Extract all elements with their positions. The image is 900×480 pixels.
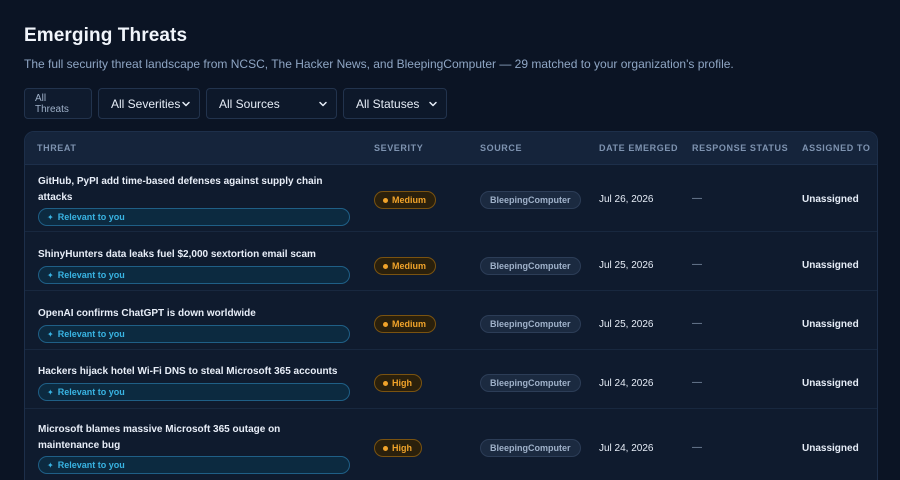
response-status: —: [692, 442, 702, 453]
severity-dot-icon: [383, 197, 388, 203]
severity-select[interactable]: All Severities: [98, 88, 200, 119]
severity-label: High: [392, 378, 412, 388]
threat-title[interactable]: Hackers hijack hotel Wi-Fi DNS to steal …: [38, 364, 338, 380]
severity-badge: Medium: [374, 257, 437, 275]
relevant-badge: ✦ Relevant to you: [38, 208, 350, 226]
table-row[interactable]: OpenAI confirms ChatGPT is down worldwid…: [25, 291, 877, 350]
severity-label: Medium: [392, 261, 427, 271]
all-threats-filter[interactable]: All Threats: [24, 88, 92, 119]
relevant-badge: ✦ Relevant to you: [38, 456, 350, 474]
relevant-label: Relevant to you: [57, 387, 125, 397]
assigned-to[interactable]: Unassigned: [802, 443, 859, 454]
source-badge: BleepingComputer: [480, 439, 581, 457]
status-select-value: All Statuses: [356, 96, 420, 111]
severity-badge: High: [374, 439, 422, 457]
relevant-label: Relevant to you: [57, 270, 125, 280]
sparkle-icon: ✦: [47, 329, 54, 339]
sparkle-icon: ✦: [47, 460, 54, 470]
assigned-to[interactable]: Unassigned: [802, 260, 859, 271]
chevron-down-icon: [181, 99, 191, 109]
relevant-badge: ✦ Relevant to you: [38, 383, 350, 401]
severity-badge: Medium: [374, 315, 437, 333]
date-emerged: Jul 25, 2026: [599, 319, 654, 330]
relevant-badge: ✦ Relevant to you: [38, 266, 350, 284]
filter-bar: All Threats All Severities All Sources A…: [24, 88, 447, 119]
page-title: Emerging Threats: [24, 25, 188, 46]
relevant-label: Relevant to you: [57, 329, 125, 339]
column-header-date[interactable]: DATE EMERGED: [599, 143, 678, 153]
threat-title[interactable]: OpenAI confirms ChatGPT is down worldwid…: [38, 306, 338, 322]
response-status: —: [692, 318, 702, 329]
emerging-threats-page: Emerging Threats The full security threa…: [0, 0, 900, 480]
sparkle-icon: ✦: [47, 387, 54, 397]
column-header-severity[interactable]: SEVERITY: [374, 143, 423, 153]
severity-label: Medium: [392, 319, 427, 329]
response-status: —: [692, 193, 702, 204]
all-threats-label: All Threats: [35, 92, 69, 115]
column-header-assigned[interactable]: ASSIGNED TO: [802, 143, 870, 153]
date-emerged: Jul 24, 2026: [599, 443, 654, 454]
threat-title[interactable]: ShinyHunters data leaks fuel $2,000 sext…: [38, 247, 338, 263]
severity-label: High: [392, 443, 412, 453]
response-status: —: [692, 377, 702, 388]
relevant-label: Relevant to you: [57, 460, 125, 470]
table-row[interactable]: ShinyHunters data leaks fuel $2,000 sext…: [25, 232, 877, 291]
severity-select-value: All Severities: [111, 96, 181, 111]
source-badge: BleepingComputer: [480, 374, 581, 392]
source-badge: BleepingComputer: [480, 191, 581, 209]
chevron-down-icon: [428, 99, 438, 109]
column-header-threat[interactable]: THREAT: [37, 143, 76, 153]
severity-label: Medium: [392, 195, 427, 205]
severity-badge: High: [374, 374, 422, 392]
sparkle-icon: ✦: [47, 270, 54, 280]
status-select[interactable]: All Statuses: [343, 88, 447, 119]
source-select[interactable]: All Sources: [206, 88, 337, 119]
threat-title[interactable]: Microsoft blames massive Microsoft 365 o…: [38, 422, 338, 454]
severity-dot-icon: [383, 263, 388, 269]
table-header: THREAT SEVERITY SOURCE DATE EMERGED RESP…: [25, 132, 877, 165]
column-header-status[interactable]: RESPONSE STATUS: [692, 143, 788, 153]
table-row[interactable]: GitHub, PyPI add time-based defenses aga…: [25, 165, 877, 232]
date-emerged: Jul 25, 2026: [599, 260, 654, 271]
date-emerged: Jul 24, 2026: [599, 378, 654, 389]
severity-dot-icon: [383, 380, 388, 386]
threats-table: THREAT SEVERITY SOURCE DATE EMERGED RESP…: [24, 131, 878, 480]
page-subtitle: The full security threat landscape from …: [24, 57, 734, 71]
source-badge: BleepingComputer: [480, 257, 581, 275]
source-select-value: All Sources: [219, 96, 280, 111]
table-row[interactable]: Hackers hijack hotel Wi-Fi DNS to steal …: [25, 350, 877, 409]
response-status: —: [692, 259, 702, 270]
table-row[interactable]: Microsoft blames massive Microsoft 365 o…: [25, 409, 877, 480]
source-badge: BleepingComputer: [480, 315, 581, 333]
relevant-badge: ✦ Relevant to you: [38, 325, 350, 343]
relevant-label: Relevant to you: [57, 212, 125, 222]
assigned-to[interactable]: Unassigned: [802, 319, 859, 330]
threat-title[interactable]: GitHub, PyPI add time-based defenses aga…: [38, 174, 338, 206]
date-emerged: Jul 26, 2026: [599, 194, 654, 205]
assigned-to[interactable]: Unassigned: [802, 378, 859, 389]
severity-dot-icon: [383, 321, 388, 327]
chevron-down-icon: [318, 99, 328, 109]
severity-dot-icon: [383, 445, 388, 451]
sparkle-icon: ✦: [47, 212, 54, 222]
column-header-source[interactable]: SOURCE: [480, 143, 522, 153]
assigned-to[interactable]: Unassigned: [802, 194, 859, 205]
severity-badge: Medium: [374, 191, 437, 209]
